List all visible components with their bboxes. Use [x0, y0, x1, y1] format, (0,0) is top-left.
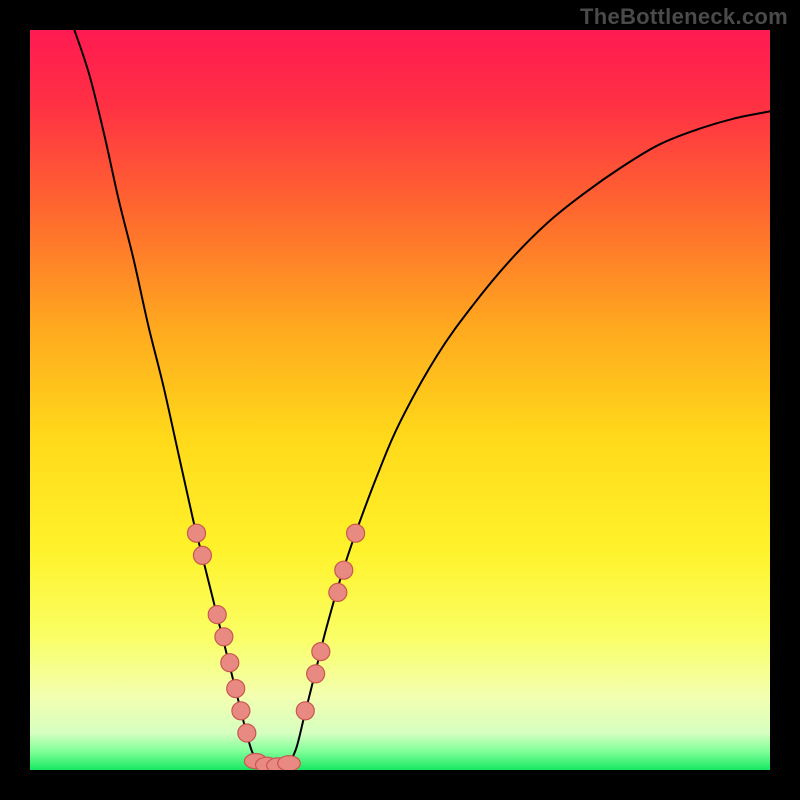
marker-left-branch-markers — [238, 724, 256, 742]
marker-left-branch-markers — [221, 654, 239, 672]
marker-right-branch-markers — [296, 702, 314, 720]
plot-area — [30, 30, 770, 770]
marker-right-branch-markers — [307, 665, 325, 683]
gradient-background — [30, 30, 770, 770]
watermark-text: TheBottleneck.com — [580, 4, 788, 30]
marker-left-branch-markers — [193, 546, 211, 564]
marker-left-branch-markers — [208, 606, 226, 624]
marker-right-branch-markers — [329, 583, 347, 601]
marker-right-branch-markers — [312, 643, 330, 661]
marker-left-branch-markers — [232, 702, 250, 720]
chart-svg — [30, 30, 770, 770]
marker-right-branch-markers — [335, 561, 353, 579]
chart-frame: TheBottleneck.com — [0, 0, 800, 800]
marker-bottom-cluster-markers — [278, 756, 301, 770]
marker-left-branch-markers — [215, 628, 233, 646]
marker-left-branch-markers — [188, 524, 206, 542]
marker-left-branch-markers — [227, 680, 245, 698]
marker-right-branch-markers — [347, 524, 365, 542]
